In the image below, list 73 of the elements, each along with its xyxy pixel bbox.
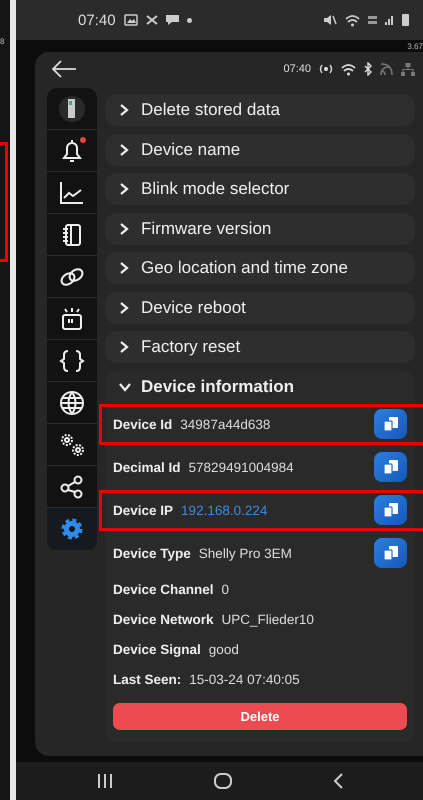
info-value: Shelly Pro 3EM	[198, 546, 292, 560]
copy-icon	[382, 415, 400, 433]
section-title: Device information	[141, 376, 294, 396]
info-value: 15-03-24 07:40:05	[189, 672, 300, 687]
info-value: UPC_Flieder10	[222, 612, 314, 627]
back-icon[interactable]	[51, 60, 77, 78]
accordion-row[interactable]: Geo location and time zone	[105, 252, 415, 284]
chevron-icon	[119, 262, 129, 274]
recent-apps-icon[interactable]	[96, 773, 114, 789]
section-title: Device name	[141, 140, 240, 160]
image-icon	[124, 14, 138, 26]
copy-icon	[382, 458, 400, 476]
chevron-icon	[119, 183, 129, 195]
bluetooth-icon	[364, 62, 372, 76]
globe-icon	[58, 388, 86, 416]
volte-icon	[368, 15, 377, 25]
info-label: Device IP	[113, 502, 174, 518]
section-title: Device reboot	[141, 298, 246, 318]
info-label: Device Signal	[113, 642, 201, 657]
copy-icon	[382, 544, 400, 562]
missed-call-icon	[146, 14, 158, 26]
info-value: good	[208, 642, 239, 657]
message-icon	[166, 14, 179, 26]
accordion-row[interactable]: Device name	[105, 134, 415, 166]
accordion-row[interactable]: Delete stored data	[105, 94, 415, 126]
status-time: 07:40	[78, 12, 116, 28]
wifi-icon	[341, 62, 356, 76]
accordion-row[interactable]: Factory reset	[105, 331, 415, 363]
battery-icon	[402, 14, 409, 26]
chevron-icon	[119, 144, 129, 156]
chevron-icon	[119, 302, 129, 314]
delete-button[interactable]: Delete	[113, 702, 407, 730]
fragment-text: 3.67	[407, 42, 423, 52]
info-label: Device Network	[113, 612, 214, 627]
info-label: Decimal Id	[113, 460, 181, 474]
section-title: Blink mode selector	[141, 179, 290, 199]
section-title: Firmware version	[141, 218, 272, 238]
mute-icon	[323, 13, 337, 27]
dot-icon	[186, 18, 192, 22]
chevron-icon	[119, 104, 129, 116]
copy-button[interactable]	[374, 452, 407, 482]
info-label: Device Channel	[113, 582, 214, 597]
chevron-icon	[119, 382, 131, 392]
accordion-row[interactable]: Blink mode selector	[105, 173, 415, 205]
wifi-icon	[345, 14, 360, 26]
chevron-icon	[119, 341, 129, 353]
info-value: 57829491004984	[188, 460, 294, 474]
section-title: Delete stored data	[141, 100, 280, 120]
network-icon	[401, 62, 415, 76]
info-value: 0	[222, 582, 230, 597]
broadcast-icon	[319, 63, 333, 75]
device-icon	[58, 94, 86, 122]
info-label: Device Type	[113, 546, 191, 560]
accordion-row[interactable]: Device reboot	[105, 292, 415, 324]
accordion-row[interactable]: Device information	[113, 370, 407, 402]
fragment-text: 8	[0, 37, 6, 47]
copy-button[interactable]	[374, 538, 407, 568]
chevron-icon	[119, 222, 129, 234]
header-time: 07:40	[283, 63, 311, 75]
section-title: Geo location and time zone	[141, 258, 348, 278]
accordion-row[interactable]: Firmware version	[105, 212, 415, 244]
rss-icon	[380, 62, 393, 76]
info-value: 34987a44d638	[180, 416, 270, 432]
info-label: Last Seen:	[113, 672, 182, 687]
home-icon[interactable]	[212, 773, 232, 789]
signal-icon	[385, 15, 394, 25]
info-label: Device Id	[113, 416, 172, 432]
copy-button[interactable]	[374, 409, 407, 439]
section-title: Factory reset	[141, 337, 240, 357]
copy-icon	[382, 501, 400, 519]
back-icon[interactable]	[332, 773, 344, 789]
copy-button[interactable]	[374, 495, 407, 525]
ip-link[interactable]: 192.168.0.224	[181, 502, 268, 518]
